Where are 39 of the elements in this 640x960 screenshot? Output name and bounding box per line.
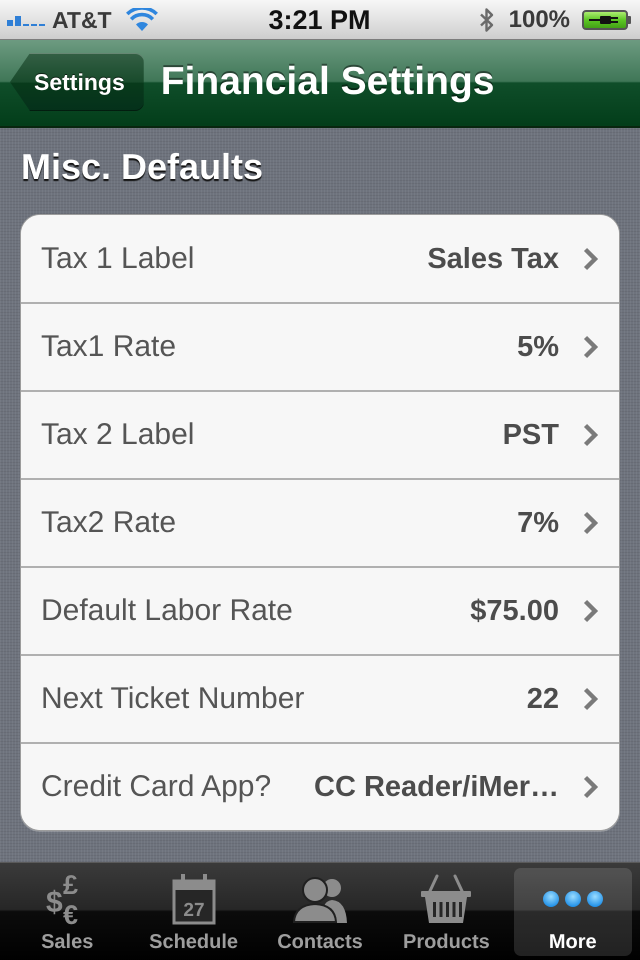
section-header: Misc. Defaults (20, 146, 264, 188)
carrier-name: AT&T (52, 6, 112, 34)
chevron-icon (583, 511, 598, 535)
row-label: Credit Card App? (41, 769, 272, 805)
row-value: 22 (526, 682, 559, 717)
signal-bars-icon (7, 14, 45, 26)
tab[interactable]: 27 Schedule (134, 868, 253, 956)
row-value: CC Reader/iMer… (314, 770, 559, 805)
chevron-icon (583, 599, 598, 623)
screen-title: Financial Settings (160, 59, 494, 105)
chevron-icon (583, 775, 598, 799)
wifi-icon (126, 8, 158, 31)
settings-row[interactable]: Credit Card App? CC Reader/iMer… (21, 742, 619, 830)
battery-icon (582, 10, 632, 30)
row-label: Tax2 Rate (41, 505, 178, 541)
battery-percent: 100% (508, 6, 570, 34)
people-icon (292, 875, 347, 923)
basket-icon (420, 873, 472, 925)
tab[interactable]: Contacts (260, 868, 380, 956)
chevron-icon (583, 423, 598, 447)
tab[interactable]: Products (387, 868, 506, 956)
clock-time: 3:21 PM (268, 4, 371, 36)
chevron-icon (583, 246, 598, 270)
chevron-icon (583, 335, 598, 359)
chevron-icon (583, 687, 598, 711)
row-label: Tax 1 Label (41, 240, 196, 276)
tab[interactable]: More (514, 868, 632, 956)
row-label: Next Ticket Number (41, 681, 306, 717)
row-value: $75.00 (470, 594, 559, 629)
row-value: 7% (517, 506, 559, 541)
row-label: Tax1 Rate (41, 329, 178, 365)
row-label: Tax 2 Label (41, 417, 196, 453)
row-value: 5% (517, 330, 559, 365)
ellipsis-icon (542, 890, 604, 908)
row-label: Default Labor Rate (41, 593, 294, 629)
row-value: PST (502, 418, 559, 453)
row-value: Sales Tax (427, 242, 559, 276)
back-button[interactable]: Settings (10, 53, 144, 111)
bluetooth-icon (478, 6, 495, 32)
